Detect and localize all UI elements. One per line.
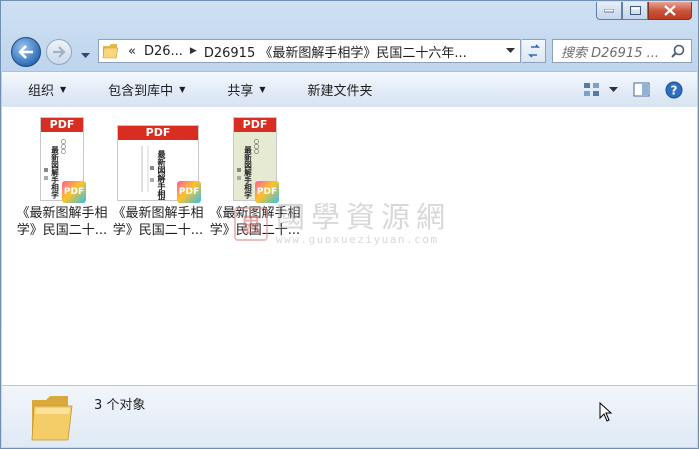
address-dropdown-icon[interactable] bbox=[506, 48, 515, 54]
search-box[interactable]: 搜索 D26915 ... bbox=[552, 39, 692, 63]
close-button[interactable] bbox=[648, 2, 692, 20]
cover-title: 最新図解手相学 bbox=[243, 145, 252, 200]
maximize-button[interactable] bbox=[622, 2, 648, 20]
search-input[interactable]: 搜索 D26915 ... bbox=[553, 42, 671, 61]
new-folder-button[interactable]: 新建文件夹 bbox=[282, 80, 389, 99]
chevron-down-icon: ▼ bbox=[259, 85, 266, 94]
file-name-line1: 《最新图解手相 bbox=[16, 206, 108, 221]
refresh-button[interactable] bbox=[522, 39, 546, 63]
command-bar: 组织 ▼ 包含到库中 ▼ 共享 ▼ 新建文件夹 ? bbox=[2, 71, 697, 108]
svg-text:〇〇〇: 〇〇〇 bbox=[253, 139, 259, 154]
pdf-thumbnail: PDF 〇〇〇 最新図解手相学 PDF bbox=[233, 117, 279, 203]
include-in-library-label: 包含到库中 bbox=[108, 84, 174, 99]
pdf-badge-icon: PDF bbox=[62, 181, 86, 203]
pdf-thumbnail: PDF 最新図解手相学 PDF bbox=[117, 125, 201, 207]
breadcrumb-current[interactable]: D26915 《最新图解手相学》民国二十六年... bbox=[200, 42, 471, 61]
file-name[interactable]: 《最新图解手相 学》民国二十... bbox=[110, 205, 206, 239]
navigation-row: « D26... ▶ D26915 《最新图解手相学》民国二十六年... 搜索 … bbox=[1, 35, 698, 69]
include-in-library-menu[interactable]: 包含到库中 ▼ bbox=[82, 80, 201, 99]
arrow-left-icon bbox=[18, 45, 33, 59]
cover-title: 最新図解手相学 bbox=[156, 149, 167, 200]
address-bar[interactable]: « D26... ▶ D26915 《最新图解手相学》民国二十六年... bbox=[98, 39, 521, 63]
caption-buttons bbox=[596, 2, 692, 20]
pdf-badge-icon: PDF bbox=[177, 181, 201, 203]
file-item[interactable]: PDF 〇〇〇 最新図解手相学 PDF 《最新图解手相 学》民国二十... bbox=[14, 111, 110, 239]
file-list[interactable]: PDF 〇〇〇 最新図解手相学 PDF 《最新图解手相 学》民国二十... PD… bbox=[2, 107, 697, 385]
share-label: 共享 bbox=[227, 84, 254, 99]
arrow-right-icon bbox=[53, 46, 66, 58]
mouse-cursor-icon bbox=[599, 402, 613, 422]
search-icon[interactable] bbox=[671, 44, 685, 58]
view-controls: ? bbox=[583, 72, 697, 107]
new-folder-label: 新建文件夹 bbox=[307, 84, 373, 99]
chevron-down-icon bbox=[609, 86, 618, 92]
folder-icon bbox=[31, 396, 73, 441]
breadcrumb-parent[interactable]: D26... bbox=[140, 44, 187, 59]
pdf-header: PDF bbox=[234, 118, 276, 132]
organize-menu[interactable]: 组织 ▼ bbox=[2, 80, 82, 99]
pdf-thumbnail: PDF 〇〇〇 最新図解手相学 PDF bbox=[40, 117, 86, 203]
folder-icon bbox=[102, 44, 119, 59]
file-item[interactable]: PDF 最新図解手相学 PDF 《最新图解手相 学》民国二十... bbox=[110, 111, 206, 239]
preview-pane-icon bbox=[633, 82, 650, 96]
preview-pane-button[interactable] bbox=[633, 82, 651, 98]
chevron-down-icon: ▼ bbox=[179, 85, 186, 94]
maximize-icon bbox=[629, 6, 641, 15]
watermark-url: www.guoxueziyuan.com bbox=[276, 233, 439, 246]
minimize-button[interactable] bbox=[596, 2, 622, 20]
recent-pages-dropdown[interactable] bbox=[81, 48, 90, 62]
forward-button[interactable] bbox=[46, 39, 72, 65]
breadcrumb-separator-icon[interactable]: ▶ bbox=[187, 46, 200, 56]
share-menu[interactable]: 共享 ▼ bbox=[201, 80, 281, 99]
organize-label: 组织 bbox=[28, 84, 55, 99]
watermark-chinese: 國學資源網 bbox=[276, 200, 452, 234]
file-name[interactable]: 《最新图解手相 学》民国二十... bbox=[14, 205, 110, 239]
file-name-line1: 《最新图解手相 bbox=[112, 206, 204, 221]
pdf-header: PDF bbox=[118, 126, 198, 140]
help-button[interactable]: ? bbox=[665, 81, 683, 99]
watermark-seal: 思 bbox=[234, 206, 268, 241]
site-watermark: 思 國學資源網 www.guoxueziyuan.com bbox=[234, 201, 451, 246]
chevron-down-icon: ▼ bbox=[60, 85, 67, 94]
minimize-icon bbox=[604, 8, 614, 12]
file-name-line2: 学》民国二十... bbox=[112, 223, 204, 238]
change-view-button[interactable] bbox=[583, 82, 619, 98]
refresh-icon bbox=[527, 44, 540, 58]
svg-text:?: ? bbox=[671, 83, 678, 97]
pdf-header: PDF bbox=[41, 118, 83, 132]
explorer-window: « D26... ▶ D26915 《最新图解手相学》民国二十六年... 搜索 … bbox=[0, 0, 699, 449]
cover-title: 最新図解手相学 bbox=[50, 145, 59, 200]
chevron-down-icon bbox=[81, 53, 90, 58]
view-icon bbox=[584, 82, 599, 96]
watermark-text: 國學資源網 www.guoxueziyuan.com bbox=[276, 201, 451, 246]
address-overflow[interactable]: « bbox=[124, 44, 140, 59]
file-name-line2: 学》民国二十... bbox=[16, 223, 108, 238]
help-icon: ? bbox=[665, 81, 683, 98]
svg-text:〇〇〇: 〇〇〇 bbox=[60, 139, 66, 154]
close-icon bbox=[664, 5, 676, 16]
item-count: 3 个对象 bbox=[94, 398, 146, 413]
back-button[interactable] bbox=[11, 37, 41, 67]
details-pane: 3 个对象 bbox=[2, 385, 697, 447]
